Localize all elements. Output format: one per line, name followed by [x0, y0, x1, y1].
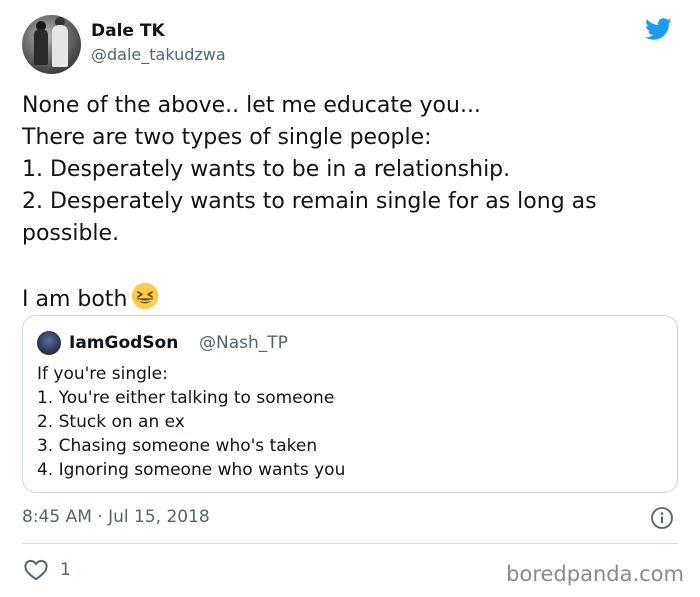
tweet-timestamp[interactable]: 8:45 AM · Jul 15, 2018 [22, 506, 210, 528]
tweet-header: Dale TK @dale_takudzwa [22, 15, 682, 75]
tweet-line: 2. Desperately wants to remain single fo… [22, 189, 597, 214]
tweet-line: possible. [22, 221, 120, 246]
tweet-line: There are two types of single people: [22, 125, 432, 150]
quoted-author-name: IamGodSon [69, 333, 179, 353]
quoted-author-avatar [37, 331, 61, 355]
grinning-squinting-face-icon [132, 282, 159, 310]
quoted-tweet-body: If you're single: 1. You're either talki… [37, 362, 657, 482]
watermark: boredpanda.com [506, 562, 684, 586]
tweet-line-last: I am both [22, 282, 682, 316]
info-icon[interactable] [650, 506, 674, 530]
quoted-tweet[interactable]: IamGodSon @Nash_TP If you're single: 1. … [22, 315, 678, 493]
tweet-line: 1. Desperately wants to be in a relation… [22, 157, 511, 182]
author-handle[interactable]: @dale_takudzwa [91, 45, 226, 65]
twitter-bird-icon[interactable] [642, 15, 674, 43]
quoted-line: 3. Chasing someone who's taken [37, 436, 318, 456]
quoted-line: 1. You're either talking to someone [37, 388, 335, 408]
quoted-author-handle: @Nash_TP [199, 333, 288, 353]
quoted-line: If you're single: [37, 364, 168, 384]
author-avatar[interactable] [22, 15, 81, 74]
tweet-line-text: I am both [22, 287, 128, 312]
author-name[interactable]: Dale TK [91, 21, 165, 41]
heart-icon[interactable] [22, 557, 50, 583]
tweet-line: None of the above.. let me educate you..… [22, 93, 481, 118]
tweet-body: None of the above.. let me educate you..… [22, 90, 682, 316]
quoted-line: 4. Ignoring someone who wants you [37, 460, 346, 480]
like-count: 1 [60, 560, 71, 580]
divider [22, 543, 678, 544]
quoted-line: 2. Stuck on an ex [37, 412, 185, 432]
